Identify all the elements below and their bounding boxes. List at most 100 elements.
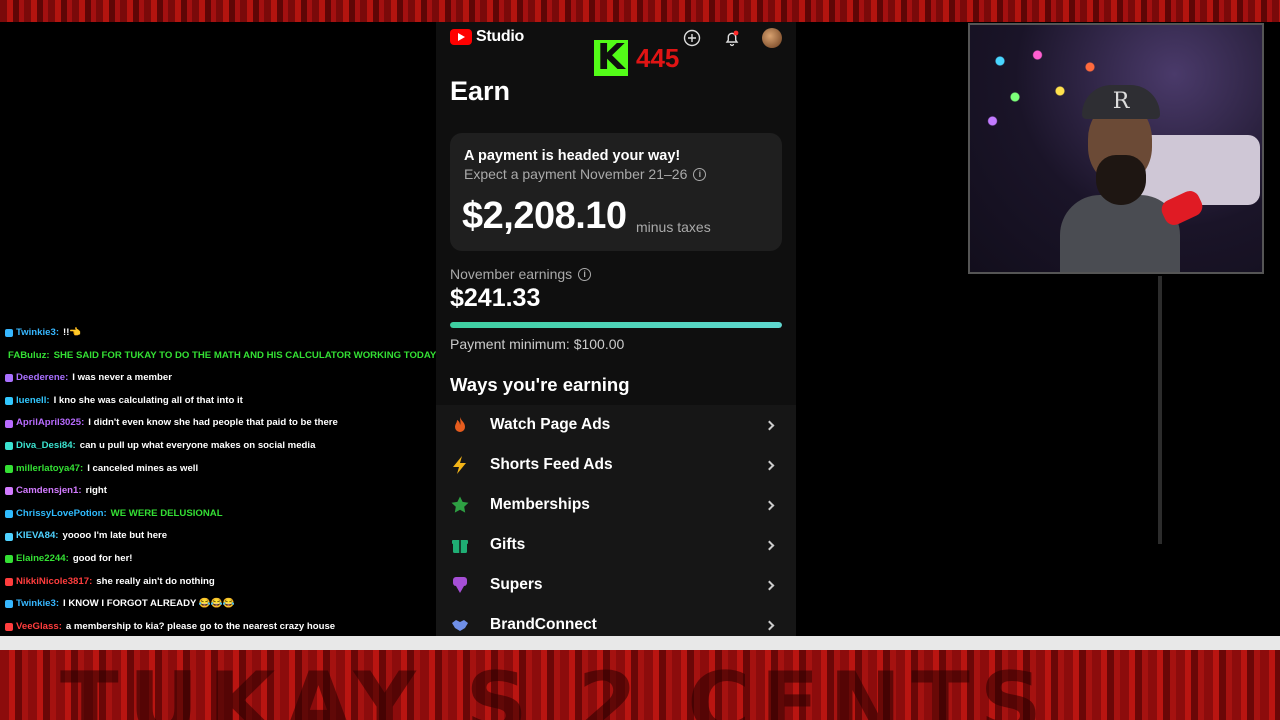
chat-colon: : xyxy=(72,439,76,451)
streamer: R xyxy=(1060,85,1180,272)
chat-text: I canceled mines as well xyxy=(87,462,199,474)
chat-username[interactable]: Twinkie3 xyxy=(16,593,56,616)
chat-username[interactable]: FABuluz xyxy=(8,345,46,368)
chat-badge-icon xyxy=(5,419,13,428)
streamer-cap: R xyxy=(1082,85,1160,119)
chat-message: Twinkie3: !!👈 xyxy=(0,322,440,345)
chat-badge-icon xyxy=(5,397,13,406)
november-earnings-label: November earnings xyxy=(450,266,573,282)
way-item-memberships[interactable]: Memberships xyxy=(436,485,796,525)
payment-heading: A payment is headed your way! xyxy=(464,148,681,164)
chat-username[interactable]: Twinkie3 xyxy=(16,322,56,345)
kick-viewer-count: 445 xyxy=(636,43,680,73)
chat-badge-icon xyxy=(5,510,13,519)
chat-message: FABuluz: SHE SAID FOR TUKAY TO DO THE MAT… xyxy=(0,345,463,368)
chat-message: AprilApril3025: I didn't even know she ha… xyxy=(0,412,440,435)
chat-colon: : xyxy=(103,507,107,519)
way-item-label: Memberships xyxy=(490,496,590,513)
studio-logo[interactable]: Studio xyxy=(450,28,524,46)
way-item-brandconnect[interactable]: BrandConnect xyxy=(436,605,796,636)
notifications-button[interactable] xyxy=(722,28,742,48)
chat-overlay: Twinkie3: !!👈 FABuluz: SHE SAID FOR TUKAY T… xyxy=(0,322,463,639)
handshake-icon xyxy=(450,615,470,635)
chat-username[interactable]: Camdensjen1 xyxy=(16,480,78,503)
way-item-shorts-feed-ads[interactable]: Shorts Feed Ads xyxy=(436,445,796,485)
webcam-feed: R xyxy=(968,23,1264,274)
chat-badge-icon xyxy=(5,442,13,451)
chat-message: KIEVA84: yoooo I'm late but here xyxy=(0,525,440,548)
chat-badge-icon xyxy=(5,487,13,496)
chat-colon: : xyxy=(65,372,69,384)
chat-badge-icon xyxy=(5,600,13,609)
chat-colon: : xyxy=(55,327,60,338)
chat-text: !!👈 xyxy=(63,327,82,338)
chat-message: Elaine2244: good for her! xyxy=(0,548,440,571)
studio-label: Studio xyxy=(476,28,524,45)
way-item-gifts[interactable]: Gifts xyxy=(436,525,796,565)
chevron-right-icon xyxy=(764,460,775,470)
chat-message: millerlatoya47: I canceled mines as well xyxy=(0,458,440,481)
chat-username[interactable]: millerlatoya47 xyxy=(16,458,80,481)
payment-minimum-text: Payment minimum: $100.00 xyxy=(450,336,625,352)
chat-colon: : xyxy=(46,394,50,406)
bell-icon xyxy=(725,30,739,47)
youtube-studio-earn-screen: Studio K 445 Earn A payment is headed yo… xyxy=(436,22,796,636)
chat-message: Camdensjen1: right xyxy=(0,480,440,503)
info-icon[interactable]: i xyxy=(578,267,592,281)
payment-progress-bar xyxy=(450,322,782,328)
chat-message: Deederene: I was never a member xyxy=(0,367,440,390)
way-item-label: Shorts Feed Ads xyxy=(490,456,613,473)
chat-username[interactable]: luenell xyxy=(16,390,46,413)
chat-message: ChrissyLovePotion: WE WERE DELUSIONAL xyxy=(0,503,440,526)
chat-colon: : xyxy=(78,485,82,497)
way-item-supers[interactable]: Supers xyxy=(436,565,796,605)
chat-username[interactable]: ChrissyLovePotion xyxy=(16,503,103,526)
plus-circle-icon xyxy=(683,29,701,47)
lightning-icon xyxy=(450,455,470,475)
chat-text: WE WERE DELUSIONAL xyxy=(110,507,223,519)
ways-section-title: Ways you're earning xyxy=(450,374,630,395)
chat-colon: : xyxy=(55,598,60,610)
chat-text: I kno she was calculating all of that in… xyxy=(53,394,243,406)
chat-colon: : xyxy=(58,620,62,632)
chat-badge-icon xyxy=(5,374,13,383)
chat-badge-icon xyxy=(5,623,13,632)
chat-colon: : xyxy=(65,552,69,564)
youtube-logo-icon xyxy=(450,29,472,45)
chat-text: she really ain't do nothing xyxy=(96,575,215,587)
way-item-label: Gifts xyxy=(490,536,526,553)
chat-message: VeeGlass: a membership to kia? please go … xyxy=(0,616,440,639)
payment-expect-text: Expect a payment November 21–26 xyxy=(464,166,688,182)
chat-colon: : xyxy=(55,530,59,542)
november-earnings-row: November earnings i xyxy=(450,266,592,282)
chat-username[interactable]: Deederene xyxy=(16,367,65,390)
chat-colon: : xyxy=(81,417,85,429)
chat-text: yoooo I'm late but here xyxy=(62,530,168,542)
chat-username[interactable]: Diva_Desi84 xyxy=(16,435,73,458)
chevron-right-icon xyxy=(764,420,775,430)
chat-username[interactable]: Elaine2244 xyxy=(16,548,66,571)
chat-badge-icon xyxy=(5,555,13,564)
chevron-right-icon xyxy=(764,580,775,590)
chat-username[interactable]: AprilApril3025 xyxy=(16,412,81,435)
chat-badge-icon xyxy=(5,532,13,541)
chat-badge-icon xyxy=(5,577,13,586)
right-scrollbar[interactable] xyxy=(1158,276,1162,544)
bottom-border-band: TUKAY S 2 CENTS xyxy=(0,636,1280,720)
channel-watermark: TUKAY S 2 CENTS xyxy=(60,654,1052,720)
way-item-watch-page-ads[interactable]: Watch Page Ads xyxy=(436,405,796,445)
streamer-beard xyxy=(1096,155,1146,205)
chat-badge-icon xyxy=(5,329,13,338)
chat-text: SHE SAID FOR TUKAY TO DO THE MATH AND HI… xyxy=(53,349,463,361)
account-avatar-button[interactable] xyxy=(762,28,782,48)
chat-username[interactable]: NikkiNicole3817 xyxy=(16,571,89,594)
payment-progress-fill xyxy=(450,322,782,328)
chat-text: I didn't even know she had people that p… xyxy=(88,417,338,429)
chat-colon: : xyxy=(89,575,93,587)
chat-username[interactable]: KIEVA84 xyxy=(16,525,55,548)
info-icon[interactable]: i xyxy=(693,167,707,181)
create-plus-button[interactable] xyxy=(682,28,702,48)
way-item-label: Supers xyxy=(490,576,543,593)
chat-username[interactable]: VeeGlass xyxy=(16,616,59,639)
chat-message: Diva_Desi84: can u pull up what everyone … xyxy=(0,435,440,458)
